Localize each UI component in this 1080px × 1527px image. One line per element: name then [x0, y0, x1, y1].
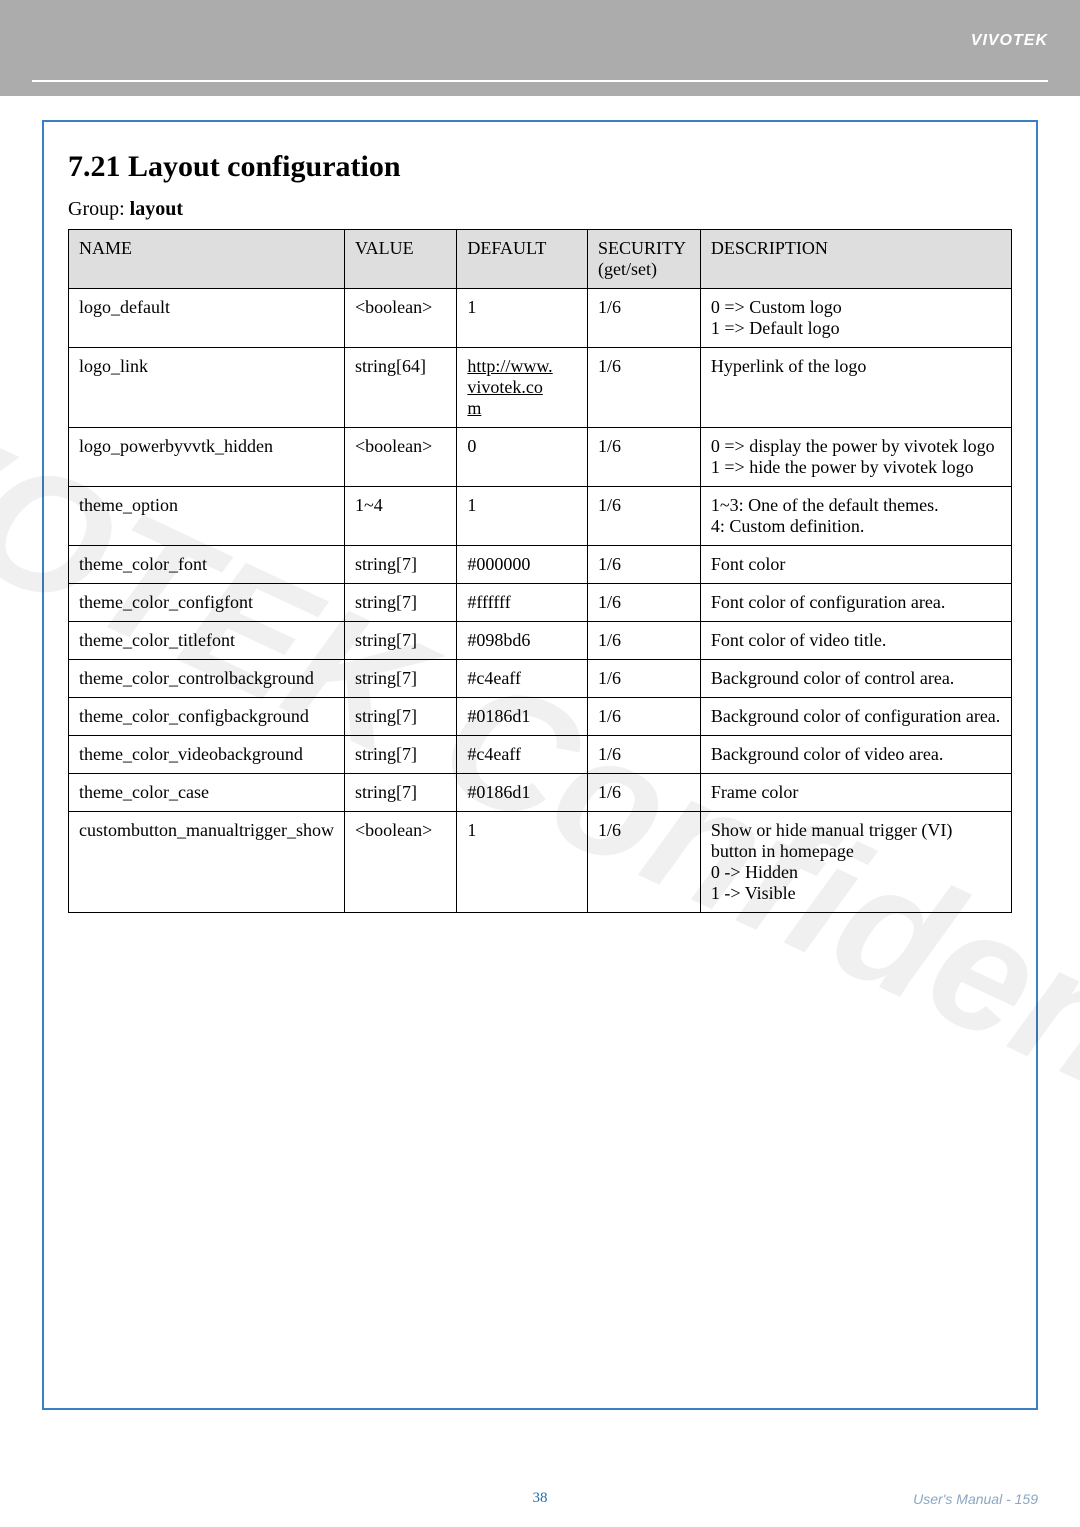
cell-name: custombutton_manualtrigger_show — [69, 812, 345, 913]
table-row: theme_color_configbackgroundstring[7]#01… — [69, 698, 1012, 736]
cell-name: theme_color_font — [69, 546, 345, 584]
cell-name: logo_link — [69, 348, 345, 428]
cell-value: string[7] — [344, 660, 456, 698]
table-row: theme_color_configfontstring[7]#ffffff1/… — [69, 584, 1012, 622]
col-header-description: DESCRIPTION — [700, 230, 1011, 289]
cell-name: theme_color_videobackground — [69, 736, 345, 774]
table-row: logo_linkstring[64]http://www.vivotek.co… — [69, 348, 1012, 428]
cell-value: string[7] — [344, 622, 456, 660]
cell-description: Background color of configuration area. — [700, 698, 1011, 736]
cell-value: <boolean> — [344, 428, 456, 487]
cell-name: theme_color_case — [69, 774, 345, 812]
cell-description: Hyperlink of the logo — [700, 348, 1011, 428]
manual-page-label: User's Manual - 159 — [706, 1491, 1038, 1507]
cell-description: Background color of video area. — [700, 736, 1011, 774]
cell-description: Background color of control area. — [700, 660, 1011, 698]
cell-value: string[7] — [344, 698, 456, 736]
table-row: logo_default<boolean>11/60 => Custom log… — [69, 289, 1012, 348]
cell-name: theme_color_configfont — [69, 584, 345, 622]
cell-security: 1/6 — [588, 660, 701, 698]
cell-security: 1/6 — [588, 348, 701, 428]
inner-page-number: 38 — [374, 1490, 706, 1507]
cell-description: Font color of configuration area. — [700, 584, 1011, 622]
cell-name: logo_powerbyvvtk_hidden — [69, 428, 345, 487]
cell-name: logo_default — [69, 289, 345, 348]
cell-default: 0 — [457, 428, 588, 487]
page-footer: 38 User's Manual - 159 — [0, 1490, 1080, 1507]
brand-label: VIVOTEK — [971, 32, 1048, 50]
cell-security: 1/6 — [588, 546, 701, 584]
table-header-row: NAME VALUE DEFAULT SECURITY (get/set) DE… — [69, 230, 1012, 289]
cell-description: 1~3: One of the default themes. 4: Custo… — [700, 487, 1011, 546]
cell-name: theme_color_configbackground — [69, 698, 345, 736]
table-row: logo_powerbyvvtk_hidden<boolean>01/60 =>… — [69, 428, 1012, 487]
col-header-value: VALUE — [344, 230, 456, 289]
cell-default: #0186d1 — [457, 698, 588, 736]
header-separator — [32, 80, 1048, 82]
table-row: theme_color_controlbackgroundstring[7]#c… — [69, 660, 1012, 698]
cell-default: http://www.vivotek.com — [457, 348, 588, 428]
cell-value: string[7] — [344, 774, 456, 812]
cell-description: 0 => Custom logo 1 => Default logo — [700, 289, 1011, 348]
table-row: theme_color_casestring[7]#0186d11/6Frame… — [69, 774, 1012, 812]
cell-name: theme_option — [69, 487, 345, 546]
cell-default: #c4eaff — [457, 736, 588, 774]
cell-value: string[64] — [344, 348, 456, 428]
cell-default: #000000 — [457, 546, 588, 584]
cell-security: 1/6 — [588, 289, 701, 348]
cell-description: Font color of video title. — [700, 622, 1011, 660]
config-table: NAME VALUE DEFAULT SECURITY (get/set) DE… — [68, 229, 1012, 913]
col-header-default: DEFAULT — [457, 230, 588, 289]
cell-value: 1~4 — [344, 487, 456, 546]
section-heading: 7.21 Layout configuration — [68, 150, 1012, 184]
cell-security: 1/6 — [588, 584, 701, 622]
cell-default: #098bd6 — [457, 622, 588, 660]
cell-default: 1 — [457, 812, 588, 913]
group-label: Group: — [68, 198, 130, 220]
cell-security: 1/6 — [588, 736, 701, 774]
group-name: layout — [130, 198, 183, 220]
default-link[interactable]: vivotek.co — [467, 377, 542, 397]
cell-value: <boolean> — [344, 289, 456, 348]
cell-value: string[7] — [344, 584, 456, 622]
cell-default: 1 — [457, 289, 588, 348]
cell-security: 1/6 — [588, 428, 701, 487]
cell-description: Frame color — [700, 774, 1011, 812]
col-header-security: SECURITY (get/set) — [588, 230, 701, 289]
cell-security: 1/6 — [588, 698, 701, 736]
page-header-band: VIVOTEK — [0, 0, 1080, 96]
cell-security: 1/6 — [588, 487, 701, 546]
table-row: theme_color_titlefontstring[7]#098bd61/6… — [69, 622, 1012, 660]
table-row: custombutton_manualtrigger_show<boolean>… — [69, 812, 1012, 913]
table-row: theme_option1~411/61~3: One of the defau… — [69, 487, 1012, 546]
default-link[interactable]: http://www. — [467, 356, 552, 376]
group-line: Group: layout — [68, 198, 1012, 221]
table-row: theme_color_fontstring[7]#0000001/6Font … — [69, 546, 1012, 584]
cell-default: #c4eaff — [457, 660, 588, 698]
cell-description: 0 => display the power by vivotek logo 1… — [700, 428, 1011, 487]
cell-name: theme_color_controlbackground — [69, 660, 345, 698]
cell-default: 1 — [457, 487, 588, 546]
cell-value: string[7] — [344, 546, 456, 584]
cell-security: 1/6 — [588, 622, 701, 660]
col-header-name: NAME — [69, 230, 345, 289]
cell-description: Font color — [700, 546, 1011, 584]
table-row: theme_color_videobackgroundstring[7]#c4e… — [69, 736, 1012, 774]
cell-default: #0186d1 — [457, 774, 588, 812]
cell-name: theme_color_titlefont — [69, 622, 345, 660]
cell-default: #ffffff — [457, 584, 588, 622]
cell-description: Show or hide manual trigger (VI) button … — [700, 812, 1011, 913]
content-frame: VIVOTEK Confidential 7.21 Layout configu… — [42, 120, 1038, 1410]
cell-value: <boolean> — [344, 812, 456, 913]
cell-security: 1/6 — [588, 774, 701, 812]
cell-value: string[7] — [344, 736, 456, 774]
default-link[interactable]: m — [467, 398, 481, 418]
cell-security: 1/6 — [588, 812, 701, 913]
